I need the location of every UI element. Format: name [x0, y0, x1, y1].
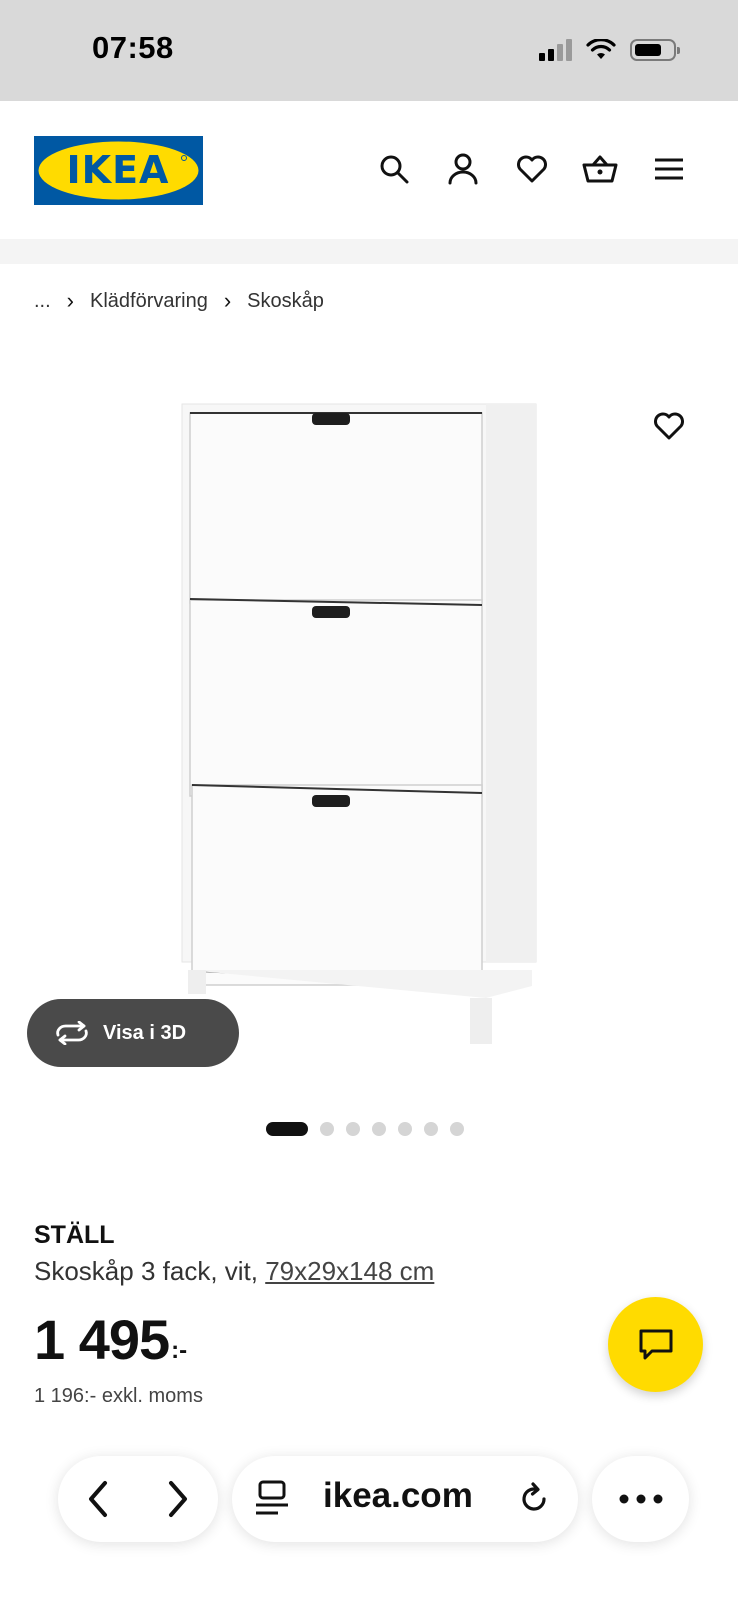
search-icon[interactable] — [374, 149, 414, 189]
site-header: IKEA — [0, 101, 738, 239]
cellular-signal-icon — [539, 39, 572, 61]
price-suffix: :- — [171, 1337, 188, 1364]
gallery-pagination — [266, 1122, 464, 1136]
svg-text:IKEA: IKEA — [67, 148, 170, 192]
chat-bubble-icon — [639, 1329, 672, 1359]
pagination-dot[interactable] — [450, 1122, 464, 1136]
breadcrumb-item-kladforvaring[interactable]: Klädförvaring — [90, 290, 208, 313]
product-image-gallery[interactable] — [0, 330, 738, 1100]
status-time: 07:58 — [92, 30, 174, 65]
breadcrumb: ... › Klädförvaring › Skoskåp — [34, 288, 324, 314]
product-name: STÄLL — [34, 1221, 115, 1249]
product-description-text: Skoskåp 3 fack, vit, — [34, 1256, 266, 1286]
pagination-dot-active[interactable] — [266, 1122, 308, 1136]
sub-header-strip — [0, 239, 738, 264]
chevron-right-icon: › — [223, 288, 232, 313]
product-image — [181, 403, 537, 1044]
pagination-dot[interactable] — [372, 1122, 386, 1136]
breadcrumb-item-more[interactable]: ... — [34, 290, 51, 313]
price-value: 1 495 — [34, 1308, 170, 1371]
rotate-arrows-icon — [56, 1021, 88, 1045]
status-icons — [539, 36, 680, 64]
reader-mode-icon[interactable] — [254, 1480, 290, 1518]
forward-button[interactable] — [163, 1479, 193, 1519]
breadcrumb-item-skoskap[interactable]: Skoskåp — [247, 290, 324, 313]
add-to-favourites-button[interactable] — [648, 405, 690, 447]
pagination-dot[interactable] — [346, 1122, 360, 1136]
view-in-3d-label: Visa i 3D — [103, 1021, 187, 1044]
view-in-3d-button[interactable]: Visa i 3D — [27, 999, 239, 1067]
back-button[interactable] — [83, 1479, 113, 1519]
hamburger-icon[interactable] — [649, 149, 689, 189]
product-price: 1 495 :- — [34, 1312, 187, 1368]
product-dimensions-link[interactable]: 79x29x148 cm — [265, 1256, 434, 1286]
battery-icon — [630, 39, 680, 61]
chevron-right-icon: › — [66, 288, 74, 313]
pagination-dot[interactable] — [320, 1122, 334, 1136]
pagination-dot[interactable] — [424, 1122, 438, 1136]
url-text: ikea.com — [323, 1476, 473, 1515]
more-options-button[interactable] — [592, 1456, 689, 1542]
pagination-dot[interactable] — [398, 1122, 412, 1136]
browser-nav-buttons — [58, 1456, 218, 1542]
heart-icon — [654, 412, 684, 440]
product-description: Skoskåp 3 fack, vit, 79x29x148 cm — [34, 1256, 434, 1287]
reload-icon[interactable] — [516, 1481, 552, 1517]
chat-button[interactable] — [608, 1297, 703, 1392]
more-dots-icon — [619, 1494, 662, 1504]
heart-icon[interactable] — [512, 149, 552, 189]
address-bar[interactable]: ikea.com — [232, 1456, 578, 1542]
basket-icon[interactable] — [580, 149, 620, 189]
user-icon[interactable] — [443, 149, 483, 189]
wifi-icon — [586, 39, 616, 59]
price-excl-vat: 1 196:- exkl. moms — [34, 1385, 203, 1407]
ikea-logo[interactable]: IKEA — [34, 136, 203, 205]
status-bar: 07:58 — [0, 0, 738, 101]
